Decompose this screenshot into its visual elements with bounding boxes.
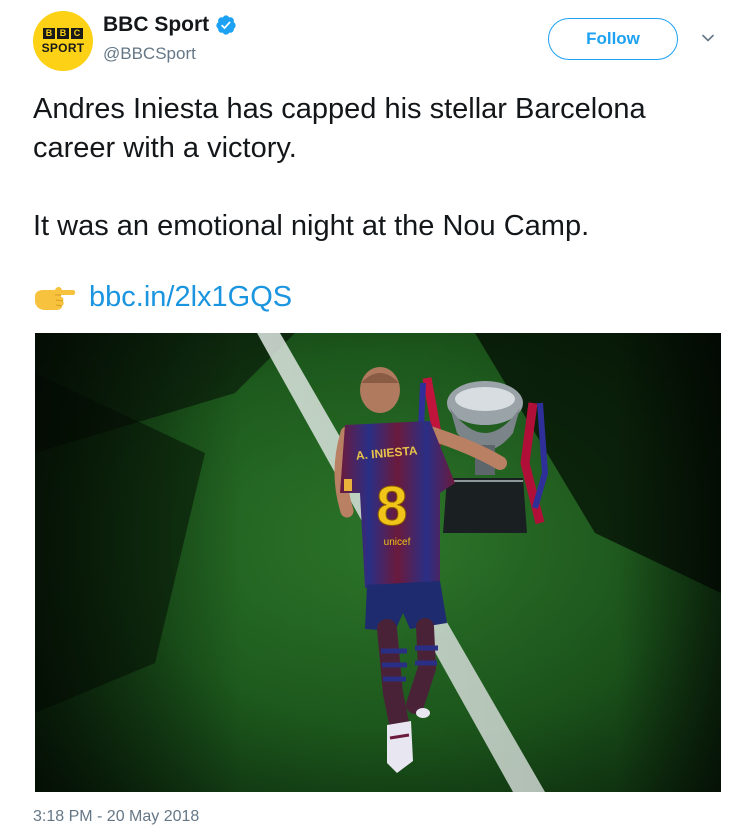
photo-iniesta-trophy: A. INIESTA 8 unicef xyxy=(35,333,721,792)
logo-word: SPORT xyxy=(41,41,85,55)
chevron-down-icon[interactable] xyxy=(700,30,716,46)
tweet-timestamp[interactable]: 3:18 PM - 20 May 2018 xyxy=(33,808,199,826)
jersey-number: 8 xyxy=(376,474,407,537)
bbc-logo-blocks: B B C xyxy=(43,28,83,39)
article-link[interactable]: bbc.in/2lx1GQS xyxy=(89,281,292,314)
tweet-card: B B C SPORT BBC Sport @BBCSport Follow A… xyxy=(0,0,750,836)
tweet-paragraph: Andres Iniesta has capped his stellar Ba… xyxy=(33,93,646,164)
tweet-paragraph: It was an emotional night at the Nou Cam… xyxy=(33,210,590,242)
tweet-text: Andres Iniesta has capped his stellar Ba… xyxy=(33,90,723,246)
author-handle[interactable]: @BBCSport xyxy=(103,44,196,64)
logo-letter: B xyxy=(57,28,69,39)
logo-letter: B xyxy=(43,28,55,39)
display-name[interactable]: BBC Sport xyxy=(103,13,209,37)
avatar[interactable]: B B C SPORT xyxy=(33,11,93,71)
author-name-row: BBC Sport xyxy=(103,13,237,37)
jersey-sponsor: unicef xyxy=(384,537,411,548)
link-row: bbc.in/2lx1GQS xyxy=(33,281,292,314)
logo-letter: C xyxy=(71,28,83,39)
verified-badge-icon xyxy=(216,15,236,35)
tweet-photo[interactable]: A. INIESTA 8 unicef xyxy=(35,333,721,792)
follow-button[interactable]: Follow xyxy=(548,18,678,60)
backhand-index-pointing-right-icon xyxy=(35,286,76,310)
